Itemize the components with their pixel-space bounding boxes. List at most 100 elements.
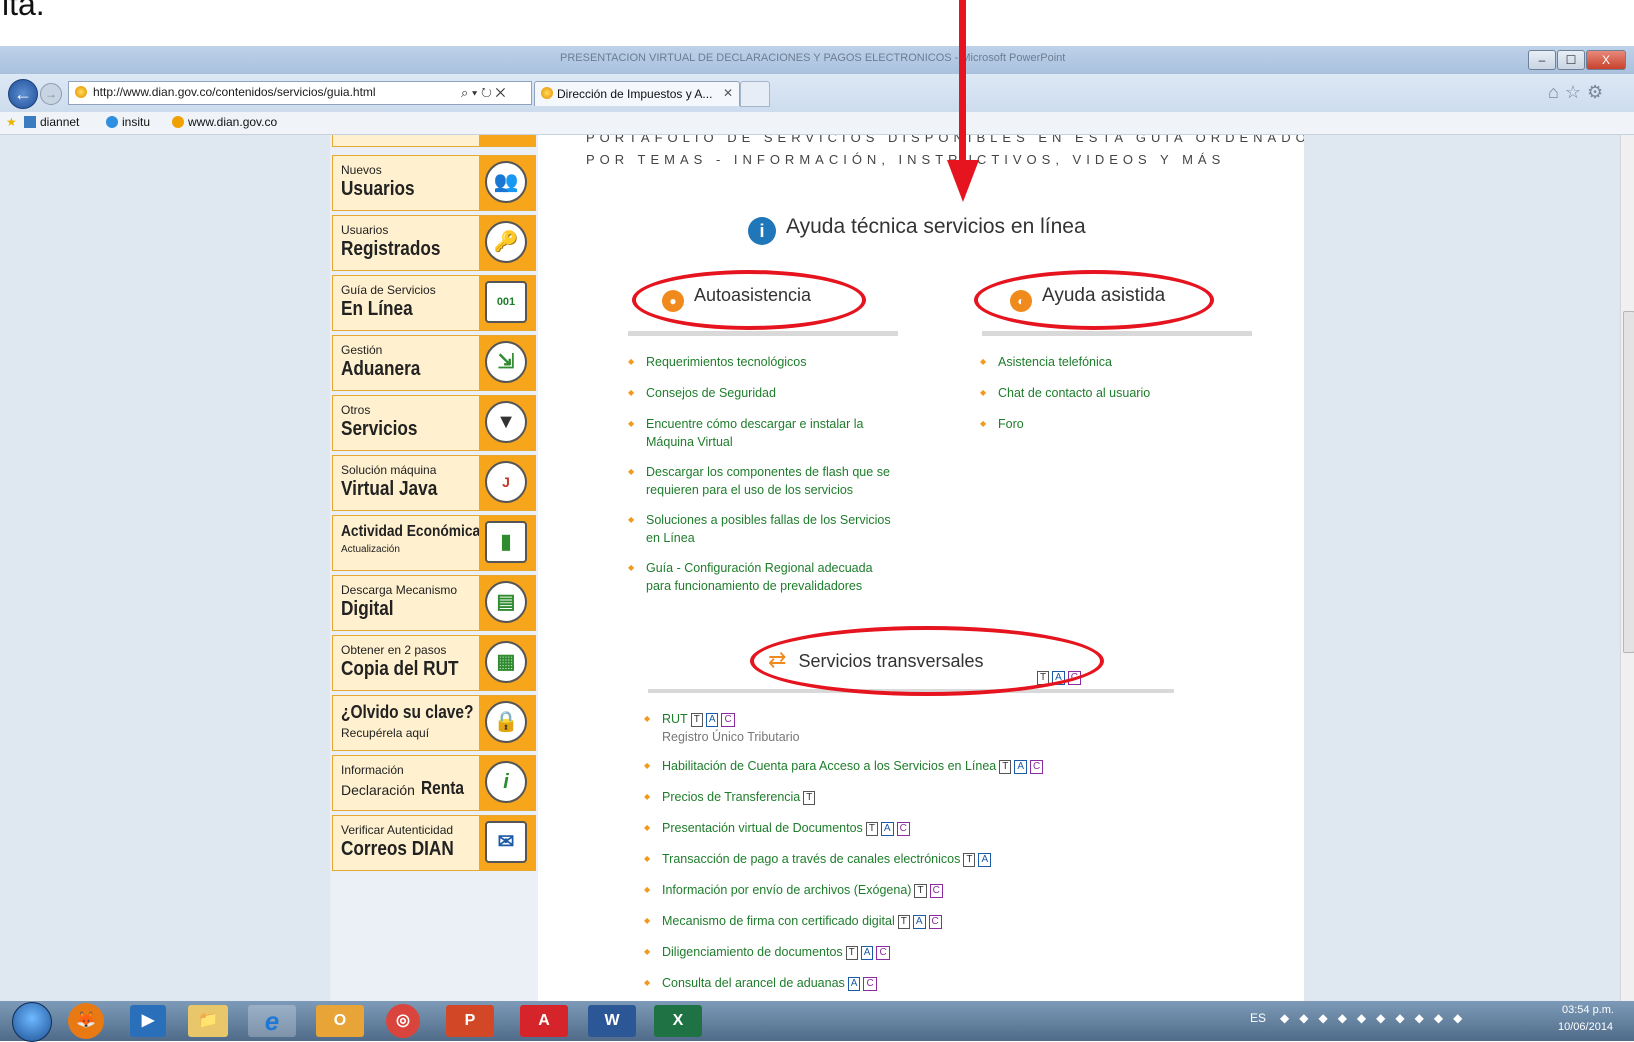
link-configuracion-regional-cont[interactable]: para funcionamiento de prevalidadores bbox=[646, 577, 862, 595]
forward-button[interactable]: → bbox=[40, 83, 62, 105]
link-rut[interactable]: RUTTAC bbox=[644, 710, 735, 728]
sidebar-item-big-label: Aduanera bbox=[341, 358, 421, 380]
sidebar-item-olvido-clave[interactable]: ¿Olvido su clave? Recupérela aquí 🔒 bbox=[332, 695, 536, 751]
link-chat-contacto[interactable]: Chat de contacto al usuario bbox=[980, 384, 1150, 402]
language-indicator[interactable]: ES bbox=[1250, 1011, 1266, 1025]
sidebar-item-virtual-java[interactable]: Solución máquina Virtual Java J bbox=[332, 455, 536, 511]
start-button[interactable] bbox=[12, 1002, 52, 1042]
key-user-icon: 🔑 bbox=[485, 221, 527, 263]
sidebar-item-small-label: Nuevos bbox=[341, 163, 382, 177]
link-foro[interactable]: Foro bbox=[980, 415, 1023, 433]
link-habilitacion-cuenta[interactable]: Habilitación de Cuenta para Acceso a los… bbox=[644, 757, 1044, 775]
sidebar-item-small-label: Declaración bbox=[341, 782, 415, 798]
new-tab-button[interactable] bbox=[740, 81, 770, 107]
help-heading-text: Ayuda técnica servicios en línea bbox=[786, 215, 1086, 238]
calendar-lock-icon: ▤ bbox=[485, 581, 527, 623]
link-precios-transferencia[interactable]: Precios de TransferenciaT bbox=[644, 788, 816, 806]
link-componentes-flash[interactable]: Descargar los componentes de flash que s… bbox=[628, 463, 890, 481]
clock-time[interactable]: 03:54 p.m. bbox=[1562, 1004, 1614, 1016]
sidebar-item-big-label: Actividad Económica bbox=[341, 523, 481, 540]
favorite-link-dian[interactable]: www.dian.gov.co bbox=[172, 115, 277, 129]
favorites-bar: ★ diannet insitu www.dian.gov.co bbox=[0, 112, 1634, 135]
minimize-button[interactable]: – bbox=[1528, 50, 1556, 70]
folder-icon[interactable]: 📁 bbox=[188, 1005, 228, 1037]
favorite-link-diannet[interactable]: diannet bbox=[24, 115, 79, 129]
autoasistencia-divider bbox=[628, 331, 898, 336]
sidebar-item-big-label: Servicios bbox=[341, 418, 418, 440]
search-refresh-stop-icons[interactable]: ⌕ ▾ ↻ ✕ bbox=[461, 85, 505, 101]
sidebar-item-correos-dian[interactable]: Verificar Autenticidad Correos DIAN ✉ bbox=[332, 815, 536, 871]
sidebar-item-small-label: Guía de Servicios bbox=[341, 283, 436, 297]
powerpoint-icon[interactable]: P bbox=[446, 1005, 494, 1037]
link-soluciones-fallas-cont[interactable]: en Línea bbox=[646, 529, 695, 547]
link-maquina-virtual[interactable]: Encuentre cómo descargar e instalar la bbox=[628, 415, 864, 433]
portfolio-line-1: PORTAFOLIO DE SERVICIOS DISPONIBLES EN E… bbox=[586, 135, 1325, 145]
slide-text-fragment: ita. bbox=[2, 0, 45, 22]
sidebar-item-small-label: Gestión bbox=[341, 343, 383, 357]
acrobat-icon[interactable]: A bbox=[520, 1005, 568, 1037]
internet-explorer-icon[interactable]: e bbox=[248, 1005, 296, 1037]
maximize-button[interactable]: ☐ bbox=[1557, 50, 1585, 70]
link-transaccion-pago[interactable]: Transacción de pago a través de canales … bbox=[644, 850, 992, 868]
sidebar-item-nuevos-usuarios[interactable]: Nuevos Usuarios 👥 bbox=[332, 155, 536, 211]
clock-date[interactable]: 10/06/2014 bbox=[1558, 1021, 1613, 1033]
link-maquina-virtual-cont[interactable]: Máquina Virtual bbox=[646, 433, 733, 451]
link-consejos-seguridad[interactable]: Consejos de Seguridad bbox=[628, 384, 776, 402]
outlook-icon[interactable]: O bbox=[316, 1005, 364, 1037]
tray-icons[interactable]: ◆◆◆◆◆◆◆◆◆◆ bbox=[1280, 1011, 1472, 1025]
link-configuracion-regional[interactable]: Guía - Configuración Regional adecuada bbox=[628, 559, 873, 577]
chevron-down-icon: ▼ bbox=[485, 401, 527, 443]
favorite-link-insitu[interactable]: insitu bbox=[106, 115, 150, 129]
url-text[interactable]: http://www.dian.gov.co/contenidos/servic… bbox=[93, 85, 376, 99]
sidebar-item-otros-servicios[interactable]: Otros Servicios ▼ bbox=[332, 395, 536, 451]
java-icon: J bbox=[485, 461, 527, 503]
link-componentes-flash-cont[interactable]: requieren para el uso de los servicios bbox=[646, 481, 853, 499]
close-window-button[interactable]: X bbox=[1586, 50, 1626, 70]
sidebar-item-actividad-economica[interactable]: Actividad Económica Actualización ▮ bbox=[332, 515, 536, 571]
sidebar-item-descarga-mecanismo[interactable]: Descarga Mecanismo Digital ▤ bbox=[332, 575, 536, 631]
chrome-icon[interactable]: ◎ bbox=[386, 1004, 420, 1038]
link-arancel-aduanas[interactable]: Consulta del arancel de aduanasAC bbox=[644, 974, 877, 992]
screen-icon: 001 bbox=[485, 281, 527, 323]
page-left-margin bbox=[0, 135, 330, 1001]
favorites-star-icon[interactable]: ★ bbox=[6, 115, 17, 129]
link-presentacion-virtual[interactable]: Presentación virtual de DocumentosTAC bbox=[644, 819, 910, 837]
address-bar[interactable]: http://www.dian.gov.co/contenidos/servic… bbox=[68, 81, 532, 105]
sidebar-item-small-label: Verificar Autenticidad bbox=[341, 823, 454, 837]
sidebar-item-small-label: Usuarios bbox=[341, 223, 389, 237]
annotation-oval-autoasistencia bbox=[632, 270, 866, 330]
word-icon[interactable]: W bbox=[588, 1005, 636, 1037]
sidebar-item-big-label: Digital bbox=[341, 598, 394, 620]
tab-close-icon[interactable]: ✕ bbox=[723, 86, 733, 100]
link-soluciones-fallas[interactable]: Soluciones a posibles fallas de los Serv… bbox=[628, 511, 891, 529]
excel-icon[interactable]: X bbox=[654, 1005, 702, 1037]
link-firma-digital[interactable]: Mecanismo de firma con certificado digit… bbox=[644, 912, 942, 930]
sidebar-item-copia-rut[interactable]: Obtener en 2 pasos Copia del RUT ▦ bbox=[332, 635, 536, 691]
link-informacion-exogena[interactable]: Información por envío de archivos (Exóge… bbox=[644, 881, 943, 899]
bar-chart-icon: ▮ bbox=[485, 521, 527, 563]
scrollbar-thumb[interactable] bbox=[1623, 311, 1634, 653]
firefox-icon[interactable]: 🦊 bbox=[68, 1003, 104, 1039]
back-button[interactable]: ← bbox=[8, 79, 38, 109]
media-player-icon[interactable]: ▶ bbox=[130, 1005, 166, 1037]
system-tray[interactable]: ES ◆◆◆◆◆◆◆◆◆◆ bbox=[1250, 1011, 1472, 1025]
sidebar-item-usuarios-registrados[interactable]: Usuarios Registrados 🔑 bbox=[332, 215, 536, 271]
home-favorites-tools-icons[interactable]: ⌂☆⚙ bbox=[1548, 82, 1609, 103]
ayuda-asistida-divider bbox=[982, 331, 1252, 336]
sidebar-item-gestion-aduanera[interactable]: Gestión Aduanera ⇲ bbox=[332, 335, 536, 391]
link-diligenciamiento[interactable]: Diligenciamiento de documentosTAC bbox=[644, 943, 890, 961]
sidebar-item-big-label: Renta bbox=[421, 778, 465, 798]
diannet-icon bbox=[24, 116, 36, 128]
sidebar-item-small-label: Otros bbox=[341, 403, 371, 417]
sidebar-item-big-label: Virtual Java bbox=[341, 478, 438, 500]
ie-icon bbox=[106, 116, 118, 128]
sidebar-item-big-label: En Línea bbox=[341, 298, 413, 320]
sidebar-item-declaracion-renta[interactable]: Información Declaración Renta i bbox=[332, 755, 536, 811]
sidebar-item-rut-partial[interactable] bbox=[332, 135, 536, 147]
vertical-scrollbar[interactable] bbox=[1620, 135, 1634, 1001]
browser-window: PRESENTACION VIRTUAL DE DECLARACIONES Y … bbox=[0, 46, 1634, 1001]
sidebar-item-guia-servicios[interactable]: Guía de Servicios En Línea 001 bbox=[332, 275, 536, 331]
link-requerimientos[interactable]: Requerimientos tecnológicos bbox=[628, 353, 806, 371]
link-asistencia-telefonica[interactable]: Asistencia telefónica bbox=[980, 353, 1112, 371]
tab-dian[interactable]: Dirección de Impuestos y A... ✕ bbox=[534, 81, 740, 106]
